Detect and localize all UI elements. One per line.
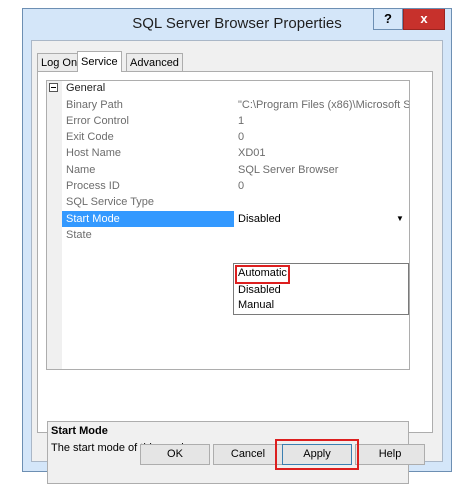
property-value — [235, 227, 409, 243]
close-button[interactable]: x — [403, 9, 445, 30]
category-label: General — [66, 82, 106, 94]
property-row-binary-path[interactable]: Binary Path "C:\Program Files (x86)\Micr… — [62, 97, 409, 113]
help-button[interactable]: Help — [355, 444, 425, 465]
property-name: Exit Code — [66, 131, 114, 143]
property-value: 1 — [238, 115, 245, 127]
property-row-host-name[interactable]: Host Name XD01 — [62, 145, 409, 161]
start-mode-dropdown-list: Automatic Disabled Manual — [233, 263, 409, 315]
apply-highlight-box — [275, 439, 359, 470]
tab-log-on[interactable]: Log On — [37, 53, 82, 71]
property-row-process-id[interactable]: Process ID 0 — [62, 178, 409, 194]
property-name: State — [66, 229, 92, 241]
property-row-error-control[interactable]: Error Control 1 — [62, 113, 409, 129]
property-name: Process ID — [66, 180, 120, 192]
description-title: Start Mode — [51, 425, 108, 437]
property-name: SQL Service Type — [66, 196, 155, 208]
property-name: Error Control — [66, 115, 129, 127]
option-automatic[interactable]: Automatic — [235, 265, 290, 284]
ok-button[interactable]: OK — [140, 444, 210, 465]
property-row-state[interactable]: State — [62, 227, 409, 243]
help-title-button[interactable]: ? — [373, 9, 403, 30]
collapse-icon[interactable] — [49, 83, 58, 92]
property-row-start-mode[interactable]: Start Mode Disabled ▼ — [62, 211, 409, 227]
category-general[interactable]: General — [47, 81, 409, 97]
property-row-sql-service-type[interactable]: SQL Service Type — [62, 194, 409, 210]
title-bar[interactable]: SQL Server Browser Properties ? x — [23, 9, 451, 41]
option-disabled[interactable]: Disabled — [237, 283, 282, 298]
property-value — [235, 194, 409, 210]
property-row-name[interactable]: Name SQL Server Browser — [62, 162, 409, 178]
property-grid[interactable]: General Binary Path "C:\Program Files (x… — [46, 80, 410, 484]
option-manual[interactable]: Manual — [237, 298, 275, 313]
cancel-button[interactable]: Cancel — [213, 444, 283, 465]
properties-dialog: SQL Server Browser Properties ? x Log On… — [22, 8, 452, 484]
property-name: Binary Path — [66, 99, 123, 111]
service-tab-page: General Binary Path "C:\Program Files (x… — [37, 71, 433, 484]
tab-service[interactable]: Service — [77, 51, 122, 72]
property-value: 0 — [238, 180, 245, 192]
property-name: Host Name — [66, 147, 122, 159]
property-name: Start Mode — [62, 211, 234, 227]
property-value: 0 — [238, 131, 245, 143]
property-value: SQL Server Browser — [238, 164, 339, 176]
dropdown-arrow-icon[interactable]: ▼ — [393, 212, 407, 226]
dialog-client-area: Log On Service Advanced General Binary P… — [31, 40, 443, 484]
property-name: Name — [66, 164, 96, 176]
start-mode-value: Disabled — [238, 213, 281, 225]
tab-advanced[interactable]: Advanced — [126, 53, 183, 71]
property-value: XD01 — [238, 147, 266, 159]
start-mode-select[interactable]: Disabled ▼ — [235, 211, 409, 227]
property-value: "C:\Program Files (x86)\Microsoft S( — [238, 99, 409, 111]
grid-gutter — [47, 81, 62, 369]
property-row-exit-code[interactable]: Exit Code 0 — [62, 129, 409, 145]
